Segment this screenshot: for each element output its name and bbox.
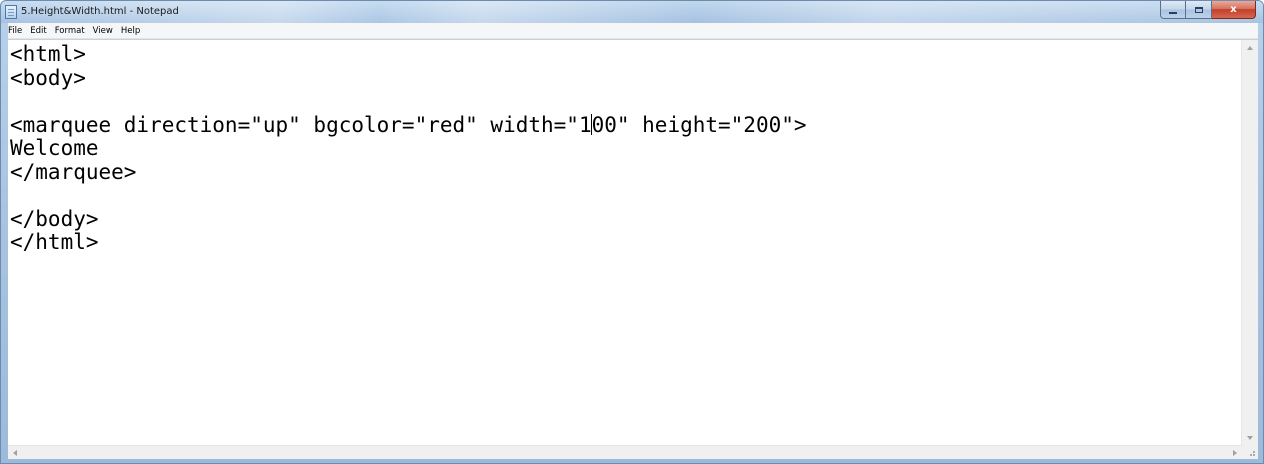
minimize-button[interactable] [1160,1,1186,19]
notepad-icon[interactable] [5,5,17,19]
scroll-right-arrow-icon[interactable] [1233,450,1237,456]
text-editor[interactable]: <html> <body> <marquee direction="up" bgc… [8,39,1258,446]
editor-text[interactable]: <html> <body> <marquee direction="up" bgc… [10,43,1242,446]
maximize-icon [1194,6,1203,13]
title-bar[interactable]: 5.Height&Width.html - Notepad x [1,1,1263,23]
maximize-button[interactable] [1186,1,1212,19]
minimize-icon [1169,11,1177,14]
caption-buttons: x [1160,1,1256,20]
editor-line-after-caret: 00" height="200"> [591,112,807,137]
window-title: 5.Height&Width.html - Notepad [21,6,179,17]
vertical-scrollbar[interactable] [1241,40,1258,446]
editor-line: Welcome [10,136,99,160]
resize-grip[interactable] [1242,445,1258,459]
editor-line: <html> [10,43,86,66]
close-icon: x [1230,4,1237,15]
window-bottom-frame [1,459,1263,463]
menu-help[interactable]: Help [119,26,146,36]
scroll-up-arrow-icon[interactable] [1247,46,1253,50]
editor-line: <body> [10,65,86,90]
editor-line: </marquee> [10,159,137,184]
scroll-down-arrow-icon[interactable] [1247,436,1253,440]
menu-bar: File Edit Format View Help [8,23,1258,39]
horizontal-scrollbar[interactable] [8,445,1242,460]
notepad-window: 5.Height&Width.html - Notepad x File Edi… [0,0,1264,464]
editor-line: </body> [10,206,99,231]
scroll-left-arrow-icon[interactable] [13,450,17,456]
editor-line: </html> [10,230,99,254]
menu-edit[interactable]: Edit [28,26,52,36]
editor-line-before-caret: <marquee direction="up" bgcolor="red" wi… [10,112,592,137]
menu-view[interactable]: View [91,26,119,36]
menu-file[interactable]: File [8,26,28,36]
menu-format[interactable]: Format [53,26,91,36]
editor-line: <marquee direction="up" bgcolor="red" wi… [10,112,1242,138]
close-button[interactable]: x [1212,1,1256,19]
